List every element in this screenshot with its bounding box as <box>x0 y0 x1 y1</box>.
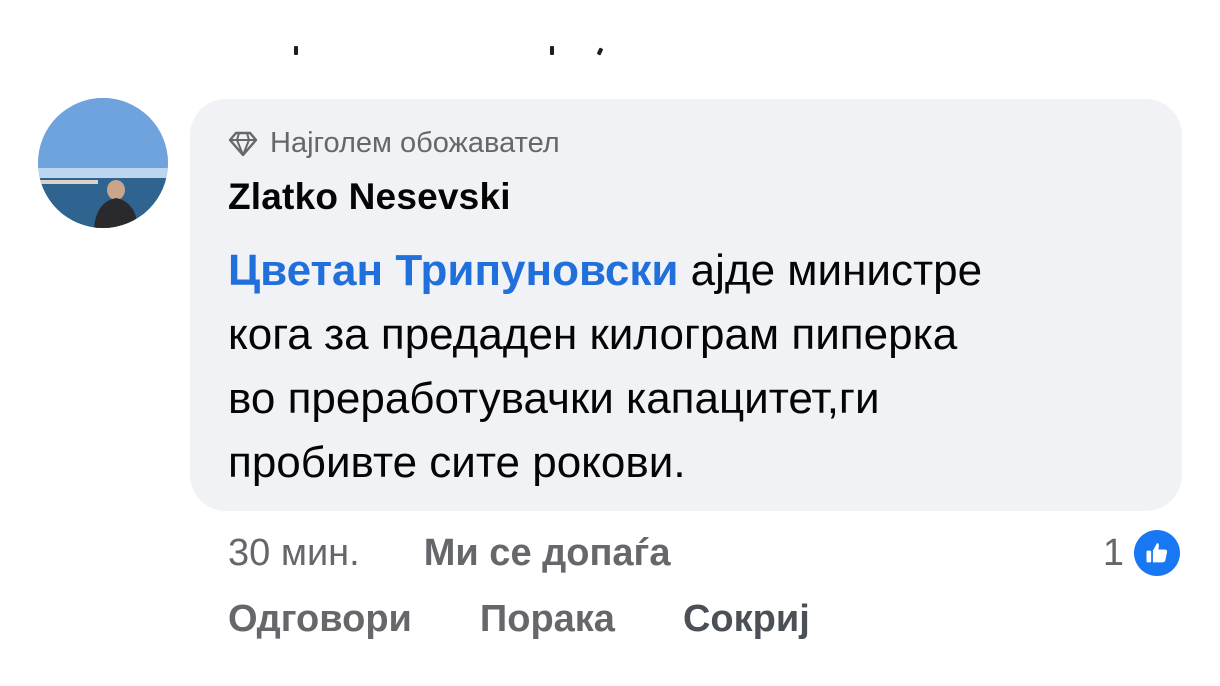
badge-label: Најголем обожавател <box>270 127 560 159</box>
previous-comment-fragment <box>550 46 554 55</box>
previous-comment-fragment <box>596 47 604 56</box>
previous-comment-fragment <box>294 46 298 55</box>
comment-text-line-2: кога за предаден килограм пиперка <box>228 310 958 359</box>
reaction-count: 1 <box>1102 531 1124 574</box>
avatar-photo <box>38 98 168 228</box>
comment-meta: 30 мин. Ми се допаѓа <box>228 532 671 575</box>
reaction-summary[interactable]: 1 <box>1103 530 1180 576</box>
reply-button[interactable]: Одговори <box>228 598 412 641</box>
avatar[interactable] <box>38 98 168 228</box>
comment-author[interactable]: Zlatko Nesevski <box>228 176 511 218</box>
comment-text-line-1: ајде министре <box>678 246 983 295</box>
diamond-icon <box>228 131 258 157</box>
mention-link[interactable]: Цветан Трипуновски <box>228 246 678 295</box>
comment-text-line-4: пробивте сите рокови. <box>228 438 686 487</box>
comment-bubble: Најголем обожавател Zlatko Nesevski Цвет… <box>190 99 1182 511</box>
comment-text: Цветан Трипуновски ајде министре кога за… <box>228 239 1148 495</box>
comment-timestamp[interactable]: 30 мин. <box>228 532 360 575</box>
thumbs-up-icon <box>1134 530 1180 576</box>
like-button[interactable]: Ми се допаѓа <box>424 532 671 575</box>
top-fan-badge: Најголем обожавател <box>228 127 560 160</box>
comment-actions: Одговори Порака Сокриј <box>228 598 810 641</box>
comment-text-line-3: во преработувачки капацитет,ги <box>228 374 880 423</box>
message-button[interactable]: Порака <box>480 598 615 641</box>
hide-button[interactable]: Сокриј <box>683 598 810 641</box>
